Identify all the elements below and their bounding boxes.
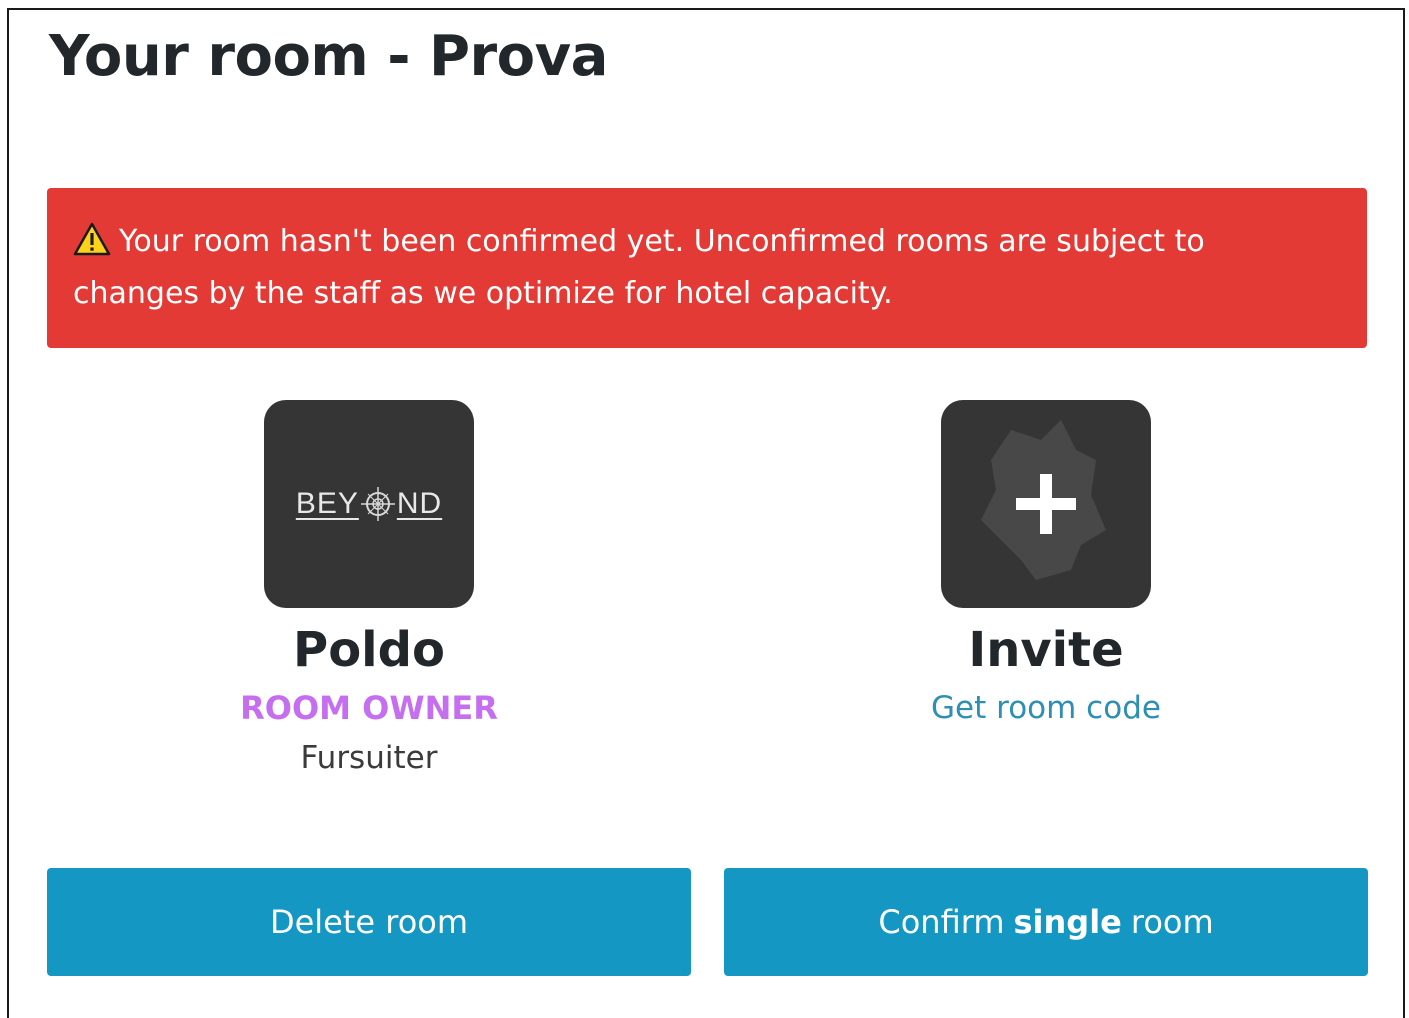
confirm-prefix: Confirm bbox=[878, 903, 1005, 941]
delete-room-label: Delete room bbox=[269, 903, 469, 941]
member-type: Fursuiter bbox=[300, 740, 438, 776]
member-card-owner: BEY ND Poldo ROOM OWNER Fursuiter bbox=[159, 400, 579, 780]
avatar-logo: BEY ND bbox=[295, 487, 443, 521]
invite-title: Invite bbox=[968, 622, 1124, 678]
plus-icon bbox=[1016, 474, 1076, 534]
confirm-suffix: room bbox=[1130, 903, 1214, 941]
delete-room-button[interactable]: Delete room bbox=[47, 868, 691, 976]
page-frame: Your room - Prova Your room hasn't been … bbox=[7, 8, 1405, 1018]
avatar[interactable]: BEY ND bbox=[264, 400, 474, 608]
member-card-invite: Invite Get room code bbox=[836, 400, 1256, 730]
invite-avatar[interactable] bbox=[941, 400, 1151, 608]
member-name: Poldo bbox=[293, 622, 445, 678]
alert-message: Your room hasn't been confirmed yet. Unc… bbox=[73, 224, 1205, 311]
compass-icon bbox=[360, 487, 395, 521]
confirm-single-room-button[interactable]: Confirm single room bbox=[724, 868, 1368, 976]
member-role: ROOM OWNER bbox=[240, 689, 498, 727]
unconfirmed-alert: Your room hasn't been confirmed yet. Unc… bbox=[47, 188, 1367, 348]
warning-icon bbox=[73, 222, 111, 256]
get-room-code-link[interactable]: Get room code bbox=[836, 686, 1256, 730]
confirm-room-type: single bbox=[1013, 903, 1122, 941]
page-title: Your room - Prova bbox=[49, 24, 608, 89]
